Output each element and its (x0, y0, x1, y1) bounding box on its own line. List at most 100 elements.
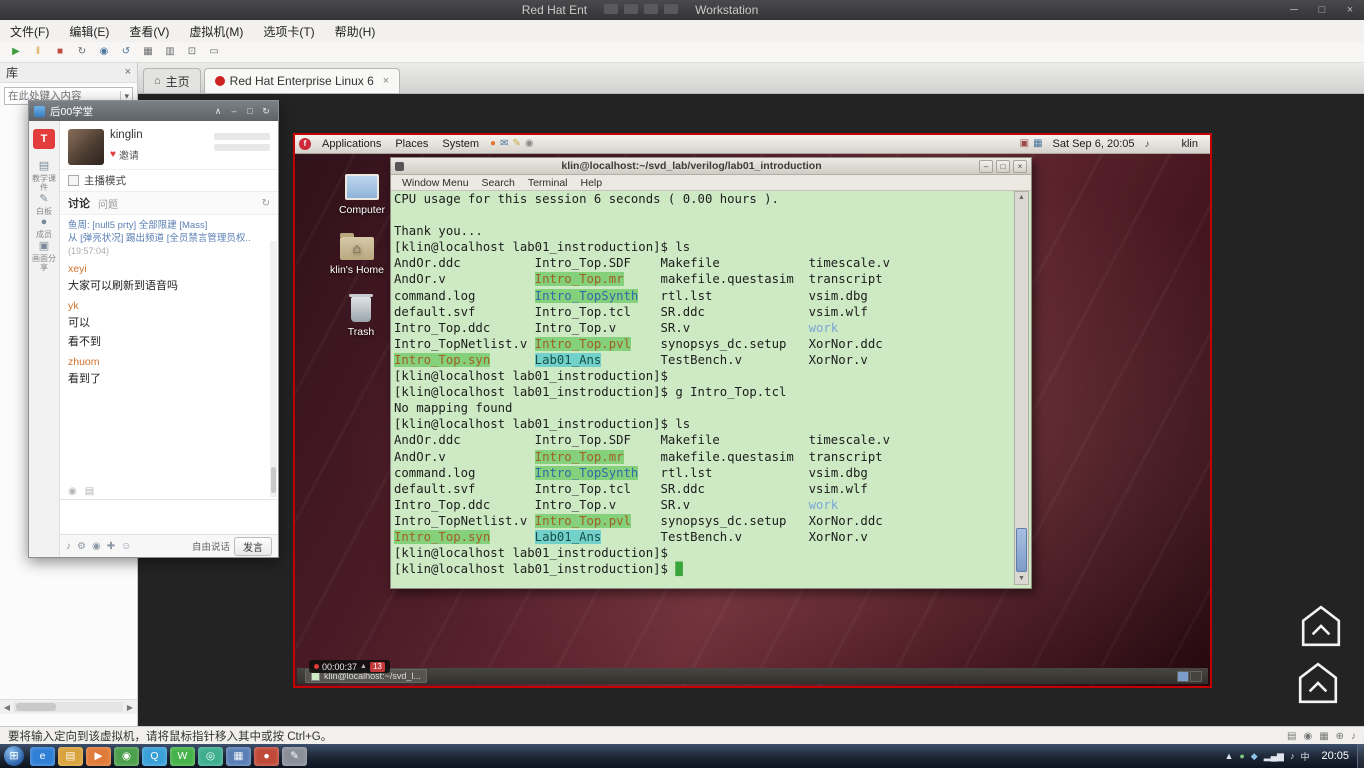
mute-icon[interactable]: ◉ (68, 486, 77, 497)
chat-rail-whiteboard[interactable]: ✎ 白板 (29, 192, 59, 216)
menu-view[interactable]: 查看(V) (119, 20, 179, 42)
overlay-upload-home-icon-2[interactable] (1297, 661, 1339, 705)
chat-rail-screen-share[interactable]: ▣ 画面分享 (29, 239, 59, 272)
cdrom-icon[interactable]: ◉ (1303, 731, 1312, 742)
tab-home[interactable]: ⌂ 主页 (143, 68, 201, 93)
terminal-menu-terminal[interactable]: Terminal (522, 177, 574, 189)
menu-system[interactable]: System (437, 138, 484, 150)
library-horizontal-scrollbar[interactable]: ◀ ▶ (0, 699, 137, 714)
security-tray-icon[interactable]: ◆ (1251, 751, 1258, 762)
fullscreen-icon[interactable]: ⊡ (182, 44, 202, 60)
menu-help[interactable]: 帮助(H) (325, 20, 386, 42)
screenshot-icon[interactable]: ◉ (525, 135, 534, 153)
chat-window[interactable]: 后00学堂 ∧ – □ ↻ T ▤ 教学课件 ✎ 白板 ● 成员 ▣ 画面分享 kinglin ♥ … (28, 100, 279, 558)
menu-places[interactable]: Places (390, 138, 433, 150)
power-off-icon[interactable]: ■ (50, 44, 70, 60)
free-talk-button[interactable]: 自由说话 (192, 539, 230, 553)
invite-button[interactable]: ♥ 邀请 (110, 147, 143, 162)
broadcast-button[interactable]: T (33, 129, 55, 149)
desktop-icon-trash[interactable]: Trash (324, 294, 398, 338)
terminal-menu-help[interactable]: Help (575, 177, 609, 189)
discussion-tab[interactable]: 讨论 (68, 195, 90, 211)
network-tray-icon[interactable]: ▂▄▆ (1264, 751, 1284, 762)
sound-icon[interactable]: ♪ (1351, 731, 1356, 742)
settings-icon[interactable]: ⚙ (77, 541, 86, 552)
workspace-switcher[interactable] (1177, 670, 1202, 682)
firefox-icon[interactable]: ● (490, 135, 496, 153)
terminal-maximize-button[interactable]: □ (996, 159, 1010, 173)
show-desktop-button[interactable] (1357, 744, 1364, 768)
terminal-body[interactable]: CPU usage for this session 6 seconds ( 0… (394, 191, 1015, 585)
scroll-left-icon[interactable]: ◀ (0, 703, 14, 712)
scroll-right-icon[interactable]: ▶ (123, 703, 137, 712)
chat-rail-members[interactable]: ● 成员 (29, 216, 59, 239)
menu-edit[interactable]: 编辑(E) (59, 20, 119, 42)
taskbar-clock[interactable]: 20:05 (1321, 750, 1349, 762)
start-button[interactable]: ⊞ (4, 746, 24, 766)
minimize-icon[interactable]: – (227, 106, 241, 117)
maximize-button[interactable]: □ (1308, 4, 1336, 16)
refresh-icon[interactable]: ↻ (262, 198, 270, 209)
terminal-menu-search[interactable]: Search (476, 177, 521, 189)
media-player-icon[interactable]: ▶ (86, 746, 111, 766)
show-console-icon[interactable]: ▥ (160, 44, 180, 60)
notes-icon[interactable]: ✎ (512, 135, 520, 153)
ime-indicator-icon[interactable]: 中 (1300, 750, 1309, 763)
vmware-workstation-icon[interactable]: ▦ (226, 746, 251, 766)
host-mode-icon[interactable] (68, 175, 79, 186)
chrome-icon[interactable]: ◉ (114, 746, 139, 766)
chat-scrollbar-thumb[interactable] (271, 467, 276, 493)
menu-applications[interactable]: Applications (317, 138, 386, 150)
desktop-icon-home[interactable]: klin's Home (320, 233, 394, 276)
redhat-menu-icon[interactable]: f (299, 138, 311, 150)
recorder-tray-icon[interactable]: ● (1239, 751, 1244, 761)
attach-icon[interactable]: ▤ (85, 486, 94, 497)
chat-scrollbar[interactable] (270, 241, 277, 497)
maximize-icon[interactable]: □ (243, 106, 257, 117)
questions-tab[interactable]: 问题 (98, 196, 118, 211)
input-method-icon[interactable]: ▣ (1020, 135, 1029, 153)
clock-label[interactable]: Sat Sep 6, 20:05 (1053, 138, 1135, 150)
overlay-upload-home-icon[interactable] (1300, 604, 1342, 648)
terminal-window[interactable]: klin@localhost:~/svd_lab/verilog/lab01_i… (390, 157, 1032, 589)
speaker-icon[interactable]: ◉ (92, 541, 101, 552)
usb-device-icon[interactable]: ⊕ (1336, 731, 1344, 742)
file-explorer-icon[interactable]: ▤ (58, 746, 83, 766)
scrollbar-thumb[interactable] (16, 703, 56, 711)
vm-screen[interactable]: f Applications Places System ● ✉ ✎ ◉ ▣ ▦ Sat S… (293, 133, 1212, 688)
wechat-icon[interactable]: W (170, 746, 195, 766)
terminal-scrollbar-thumb[interactable] (1016, 528, 1027, 572)
speak-button[interactable]: 发言 (234, 536, 272, 556)
screen-recorder-icon[interactable]: ● (254, 746, 279, 766)
snapshot-manager-icon[interactable]: ▦ (138, 44, 158, 60)
internet-explorer-icon[interactable]: e (30, 746, 55, 766)
terminal-titlebar[interactable]: klin@localhost:~/svd_lab/verilog/lab01_i… (391, 158, 1031, 175)
chat-rail-courseware[interactable]: ▤ 教学课件 (29, 159, 59, 192)
terminal-close-button[interactable]: × (1013, 159, 1027, 173)
suspend-icon[interactable]: ‖ (28, 44, 48, 60)
window-titlebar[interactable]: Red Hat Ent Workstation ─ □ × (0, 0, 1364, 20)
host-mode-label[interactable]: 主播模式 (84, 173, 126, 188)
close-button[interactable]: × (1336, 4, 1364, 16)
mic-icon[interactable]: ♪ (66, 541, 71, 552)
chat-message-list[interactable]: 鱼周: [null5 prty] 全部限建 [Mass] 从 [弹亮状况] 踢出频… (60, 215, 278, 484)
menu-vm[interactable]: 虚拟机(M) (179, 20, 253, 42)
scrollbar-track[interactable] (14, 702, 123, 712)
scroll-down-icon[interactable]: ▼ (1015, 573, 1028, 584)
menu-tabs[interactable]: 选项卡(T) (253, 20, 324, 42)
chat-titlebar[interactable]: 后00学堂 ∧ – □ ↻ (29, 101, 278, 121)
power-on-icon[interactable]: ▶ (6, 44, 26, 60)
refresh-icon[interactable]: ↻ (259, 106, 273, 117)
terminal-menu-window[interactable]: Window Menu (396, 177, 475, 189)
qq-icon[interactable]: Q (142, 746, 167, 766)
avatar[interactable] (68, 129, 104, 165)
hand-raise-icon[interactable]: ✚ (107, 541, 115, 552)
emoji-icon[interactable]: ☺ (121, 541, 131, 552)
menu-file[interactable]: 文件(F) (0, 20, 59, 42)
volume-tray-icon[interactable]: ♪ (1290, 751, 1295, 761)
terminal-scrollbar[interactable]: ▲ ▼ (1014, 191, 1029, 585)
network-adapter-icon[interactable]: ▦ (1319, 731, 1328, 742)
hidden-icons-icon[interactable]: ▲ (1224, 751, 1233, 761)
browser-360-icon[interactable]: ◎ (198, 746, 223, 766)
notepad-icon[interactable]: ✎ (282, 746, 307, 766)
